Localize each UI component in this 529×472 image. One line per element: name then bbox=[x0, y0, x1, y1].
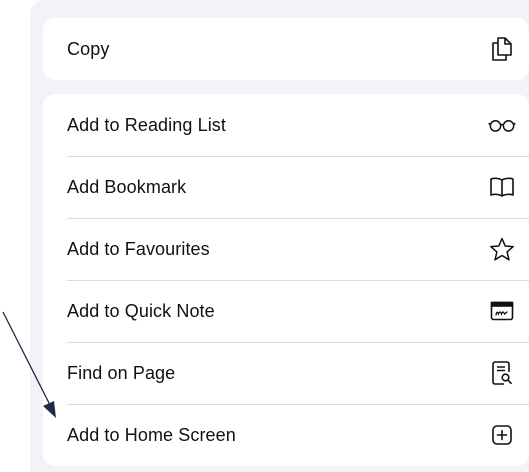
annotation-arrow bbox=[2, 311, 56, 418]
star-icon bbox=[488, 235, 516, 263]
actions-group: Add to Reading List Add Bookmark Add to … bbox=[43, 94, 529, 466]
add-to-favourites-label: Add to Favourites bbox=[67, 238, 210, 259]
book-icon bbox=[488, 173, 516, 201]
add-to-home-screen-button[interactable]: Add to Home Screen bbox=[43, 404, 529, 466]
quick-note-icon bbox=[488, 297, 516, 325]
glasses-icon bbox=[488, 111, 516, 139]
add-bookmark-label: Add Bookmark bbox=[67, 176, 187, 197]
find-on-page-label: Find on Page bbox=[67, 362, 176, 383]
add-to-favourites-button[interactable]: Add to Favourites bbox=[43, 218, 529, 280]
copy-button[interactable]: Copy bbox=[43, 18, 529, 80]
add-to-quick-note-button[interactable]: Add to Quick Note bbox=[43, 280, 529, 342]
add-to-reading-list-button[interactable]: Add to Reading List bbox=[43, 94, 529, 156]
find-on-page-button[interactable]: Find on Page bbox=[43, 342, 529, 404]
copy-group: Copy bbox=[43, 18, 529, 80]
copy-label: Copy bbox=[67, 38, 110, 59]
plus-square-icon bbox=[488, 421, 516, 449]
find-document-icon bbox=[488, 359, 516, 387]
add-bookmark-button[interactable]: Add Bookmark bbox=[43, 156, 529, 218]
copy-icon bbox=[488, 35, 516, 63]
add-to-quick-note-label: Add to Quick Note bbox=[67, 300, 215, 321]
add-to-reading-list-label: Add to Reading List bbox=[67, 114, 227, 135]
add-to-home-screen-label: Add to Home Screen bbox=[67, 424, 236, 445]
